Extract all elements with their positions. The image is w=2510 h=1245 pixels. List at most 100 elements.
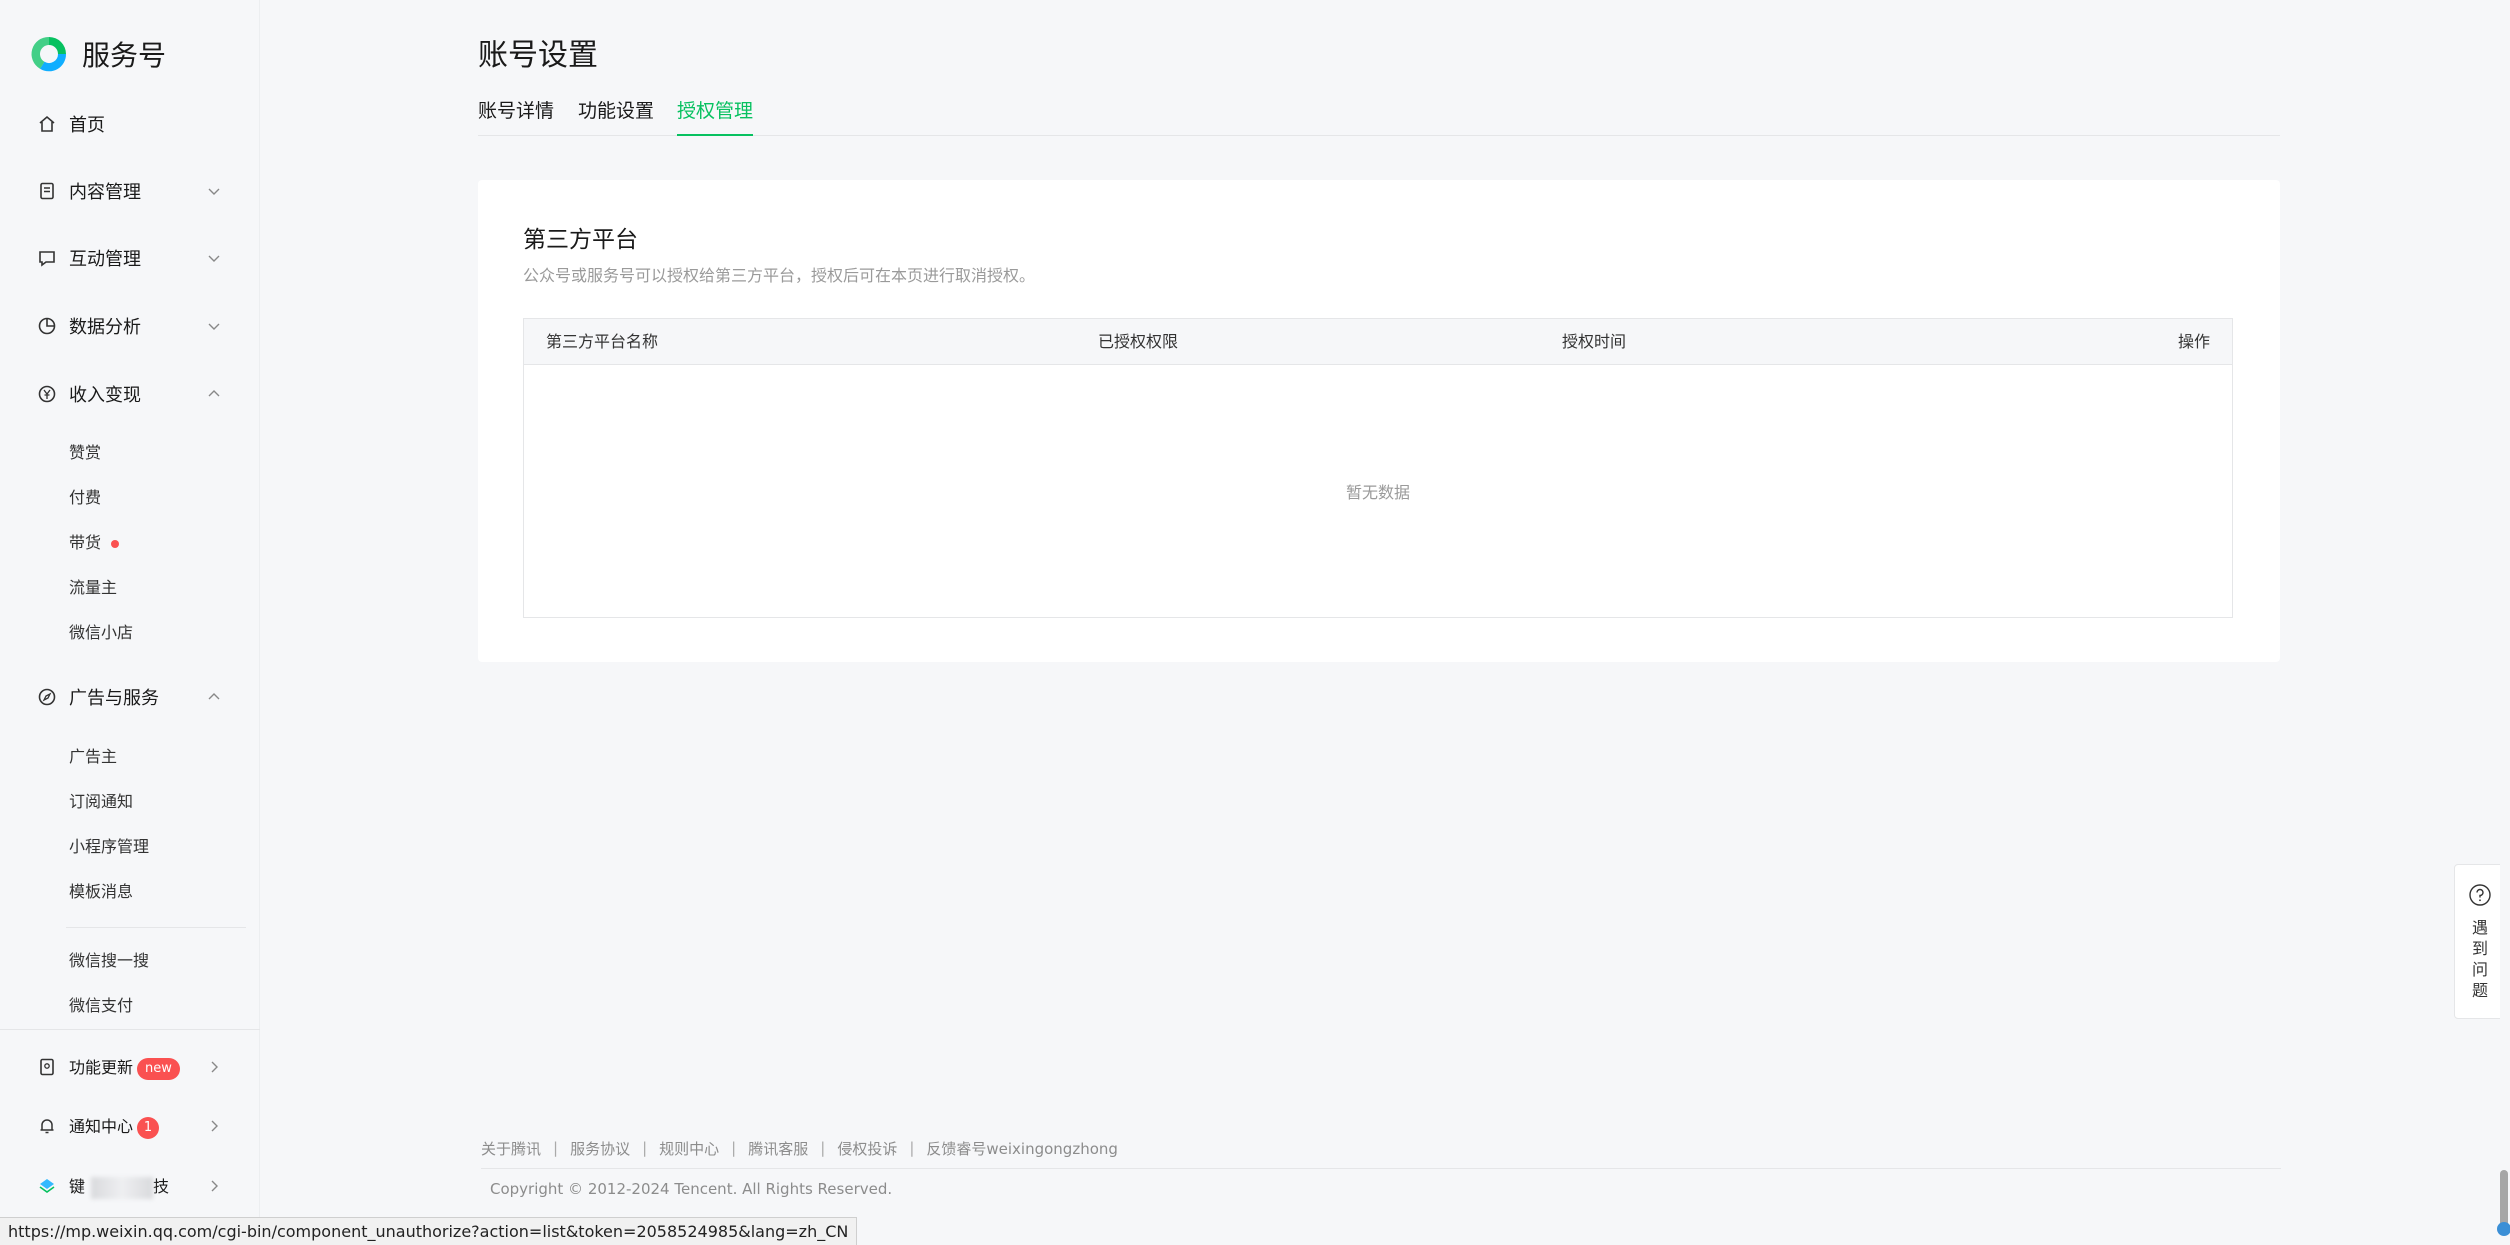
sidebar-item-feature-update[interactable]: 功能更新 new — [0, 1039, 260, 1095]
logo[interactable]: 服务号 — [28, 30, 166, 78]
sidebar-subitem-paid[interactable]: 付费 — [69, 483, 101, 513]
sidebar-item-label: 广告与服务 — [69, 688, 159, 709]
copyright-text: Copyright © 2012-2024 Tencent. All Right… — [490, 1180, 893, 1198]
third-party-card: 第三方平台 公众号或服务号可以授权给第三方平台，授权后可在本页进行取消授权。 第… — [478, 180, 2280, 662]
sidebar-item-label: 收入变现 — [69, 385, 141, 406]
chevron-up-icon — [206, 386, 222, 402]
empty-state-text: 暂无数据 — [1345, 483, 1410, 502]
tab-authorization-mgmt[interactable]: 授权管理 — [677, 98, 754, 136]
sidebar-subitem-miniprogram[interactable]: 小程序管理 — [69, 832, 149, 862]
document-icon — [36, 180, 58, 202]
footer-separator: | — [820, 1139, 826, 1157]
chevron-down-icon — [206, 318, 222, 334]
account-label-suffix: 技 — [153, 1177, 170, 1197]
sidebar-item-label: 键技 — [69, 1173, 169, 1199]
footer-separator: | — [553, 1139, 559, 1157]
footer-separator: | — [642, 1139, 648, 1157]
blurred-account-name — [91, 1176, 154, 1199]
feature-update-label: 功能更新 — [69, 1058, 134, 1078]
tab-account-details[interactable]: 账号详情 — [478, 98, 554, 136]
sidebar-item-notice-center[interactable]: 通知中心 1 — [0, 1098, 260, 1154]
column-header-platform-name: 第三方平台名称 — [546, 332, 659, 351]
sidebar-item-ads-services[interactable]: 广告与服务 — [0, 669, 260, 725]
browser-status-url: https://mp.weixin.qq.com/cgi-bin/compone… — [0, 1217, 858, 1245]
card-title: 第三方平台 — [523, 227, 638, 253]
compass-icon — [36, 686, 58, 708]
sidebar-divider — [66, 927, 246, 928]
bell-icon — [36, 1115, 58, 1137]
count-badge: 1 — [137, 1116, 160, 1139]
sidebar-subitem-reward[interactable]: 赞赏 — [69, 438, 101, 468]
sidebar-item-interaction-mgmt[interactable]: 互动管理 — [0, 230, 260, 286]
pie-chart-icon — [36, 315, 58, 337]
column-header-permissions: 已授权权限 — [1098, 332, 1179, 351]
chevron-right-icon — [206, 1178, 222, 1194]
logo-text: 服务号 — [82, 39, 167, 72]
table-header: 第三方平台名称 已授权权限 授权时间 操作 — [524, 319, 2232, 365]
sidebar-divider — [0, 1029, 260, 1030]
footer-link-infringement[interactable]: 侵权投诉 — [837, 1138, 897, 1159]
sidebar-subitem-subscribe-notice[interactable]: 订阅通知 — [69, 787, 133, 817]
tab-bar: 账号详情 功能设置 授权管理 — [478, 98, 2280, 136]
sidebar-item-content-mgmt[interactable]: 内容管理 — [0, 163, 260, 219]
notice-center-label: 通知中心 — [69, 1117, 134, 1137]
sidebar-item-label: 内容管理 — [69, 182, 141, 203]
sidebar-item-data-analysis[interactable]: 数据分析 — [0, 298, 260, 354]
footer-separator: | — [731, 1139, 737, 1157]
sidebar-subitem-wechat-pay[interactable]: 微信支付 — [69, 991, 133, 1021]
column-header-actions: 操作 — [2177, 332, 2210, 351]
sidebar: 服务号 首页 内容管理 互动管理 数据分析 收入变现 赞赏 付费 带货 流量主 … — [0, 0, 260, 1245]
sidebar-subitem-advertiser[interactable]: 广告主 — [69, 742, 117, 772]
layers-icon — [36, 1175, 58, 1197]
scrollbar-track[interactable] — [2500, 0, 2510, 1245]
sidebar-subitem-template-msg[interactable]: 模板消息 — [69, 877, 133, 907]
help-char: 遇 — [2471, 918, 2488, 937]
page-title: 账号设置 — [478, 38, 598, 73]
home-icon — [36, 113, 58, 135]
footer-link-customer-service[interactable]: 腾讯客服 — [748, 1138, 808, 1159]
column-header-auth-time: 授权时间 — [1562, 332, 1627, 351]
new-badge: new — [137, 1057, 180, 1080]
help-char: 题 — [2471, 981, 2488, 1000]
scroll-indicator — [2497, 1222, 2510, 1236]
sidebar-item-account[interactable]: 键技 — [0, 1158, 260, 1214]
sidebar-subitem-wechat-search[interactable]: 微信搜一搜 — [69, 946, 149, 976]
help-label: 遇 到 问 题 — [2455, 917, 2505, 1013]
footer-link-service-agreement[interactable]: 服务协议 — [570, 1138, 630, 1159]
sidebar-item-label: 互动管理 — [69, 249, 141, 270]
question-circle-icon — [2468, 883, 2492, 907]
footer-divider — [481, 1168, 2281, 1169]
sidebar-item-label: 通知中心 1 — [69, 1113, 160, 1139]
help-button[interactable]: 遇 到 问 题 — [2454, 864, 2504, 1019]
chevron-up-icon — [206, 689, 222, 705]
wechat-service-logo-icon — [31, 36, 67, 72]
sidebar-subitem-goods[interactable]: 带货 — [69, 528, 120, 558]
help-char: 到 — [2471, 939, 2488, 958]
chevron-right-icon — [206, 1118, 222, 1134]
help-char: 问 — [2471, 960, 2488, 979]
sidebar-item-label: 功能更新 new — [69, 1054, 180, 1080]
authorization-table: 第三方平台名称 已授权权限 授权时间 操作 暂无数据 — [523, 318, 2233, 618]
yuan-coin-icon — [36, 383, 58, 405]
sidebar-subitem-wechat-shop[interactable]: 微信小店 — [69, 618, 133, 648]
chat-bubble-icon — [36, 247, 58, 269]
scrollbar-thumb[interactable] — [2500, 1170, 2508, 1230]
update-doc-icon — [36, 1056, 58, 1078]
footer-link-rules-center[interactable]: 规则中心 — [659, 1138, 719, 1159]
sidebar-item-home[interactable]: 首页 — [0, 96, 260, 152]
chevron-right-icon — [206, 1059, 222, 1075]
footer-links: 关于腾讯 | 服务协议 | 规则中心 | 腾讯客服 | 侵权投诉 | 反馈睿号w… — [481, 1138, 1118, 1158]
sidebar-subitem-traffic-owner[interactable]: 流量主 — [69, 573, 117, 603]
notification-dot — [111, 539, 120, 548]
chevron-down-icon — [206, 250, 222, 266]
card-description: 公众号或服务号可以授权给第三方平台，授权后可在本页进行取消授权。 — [523, 266, 1036, 285]
footer-link-about[interactable]: 关于腾讯 — [481, 1138, 541, 1159]
sidebar-subitem-label: 带货 — [69, 533, 102, 552]
footer-separator: | — [909, 1139, 915, 1157]
tab-feature-settings[interactable]: 功能设置 — [578, 98, 654, 136]
sidebar-item-income[interactable]: 收入变现 — [0, 366, 260, 422]
account-label-prefix: 键 — [69, 1177, 86, 1197]
chevron-down-icon — [206, 183, 222, 199]
footer-link-feedback[interactable]: 反馈睿号weixingongzhong — [926, 1138, 1118, 1159]
sidebar-item-label: 数据分析 — [69, 317, 141, 338]
